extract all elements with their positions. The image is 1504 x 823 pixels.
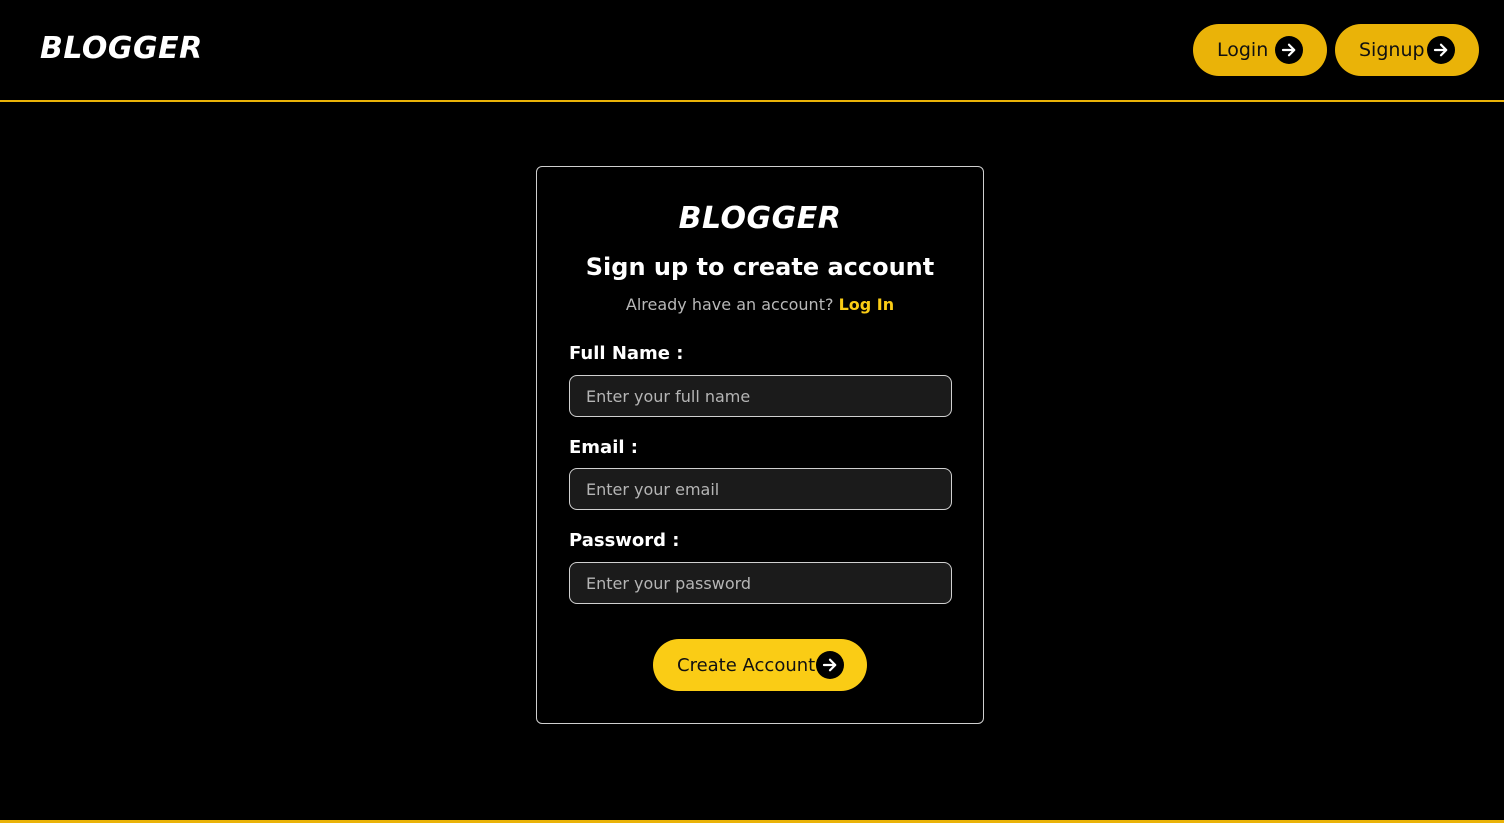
- password-label: Password :: [569, 530, 680, 551]
- login-button[interactable]: Login: [1193, 24, 1327, 76]
- arrow-right-icon: [816, 651, 844, 679]
- email-label: Email :: [569, 437, 639, 458]
- create-account-button[interactable]: Create Account: [653, 639, 867, 691]
- top-navbar: BLOGGER Login Signup: [0, 0, 1504, 102]
- signup-card: BLOGGER Sign up to create account Alread…: [536, 166, 984, 724]
- signup-title: Sign up to create account: [585, 253, 935, 281]
- signup-button-label: Signup: [1359, 39, 1425, 61]
- email-input[interactable]: [569, 468, 952, 510]
- signup-button[interactable]: Signup: [1335, 24, 1479, 76]
- login-link[interactable]: Log In: [839, 295, 895, 314]
- create-account-label: Create Account: [677, 654, 816, 676]
- brand-logo[interactable]: BLOGGER: [40, 31, 203, 66]
- full-name-label: Full Name :: [569, 343, 684, 364]
- password-input[interactable]: [569, 562, 952, 604]
- arrow-right-icon: [1275, 36, 1303, 64]
- login-prompt-text: Already have an account?: [625, 295, 834, 314]
- login-prompt: Already have an account? Log In: [537, 295, 983, 314]
- full-name-input[interactable]: [569, 375, 952, 417]
- card-brand-logo: BLOGGER: [678, 201, 842, 236]
- arrow-right-icon: [1427, 36, 1455, 64]
- login-button-label: Login: [1217, 39, 1269, 61]
